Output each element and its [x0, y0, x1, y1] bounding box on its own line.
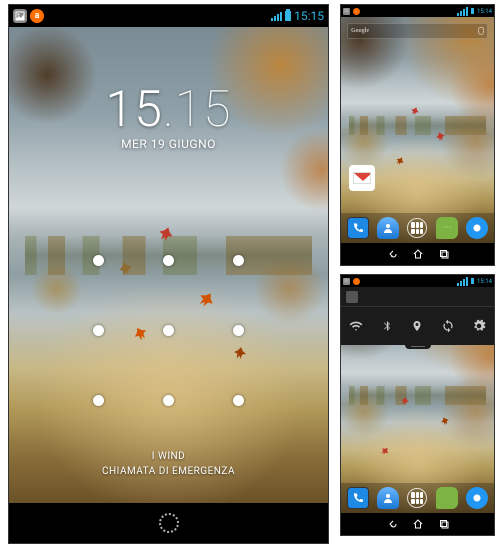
phone-quicksettings: ▣ 15:14	[340, 274, 495, 536]
home-screen[interactable]: Google	[341, 17, 494, 243]
wifi-toggle[interactable]	[347, 317, 365, 335]
home-screen-with-panel[interactable]	[341, 287, 494, 513]
panel-drag-handle[interactable]	[405, 345, 431, 349]
gallery-notification-icon	[13, 9, 27, 23]
settings-toggle[interactable]	[470, 317, 488, 335]
status-clock: 15:15	[294, 9, 324, 23]
phone-app-icon[interactable]	[347, 487, 369, 509]
dock	[341, 483, 494, 513]
phone-homescreen: ▣ 15:14 Google	[340, 4, 495, 266]
gmail-icon	[353, 172, 371, 184]
battery-icon	[471, 9, 474, 14]
status-bar: ▣ 15:14	[341, 5, 494, 17]
nav-home-button[interactable]	[405, 243, 431, 265]
pattern-dot[interactable]	[134, 365, 204, 435]
pattern-dot[interactable]	[64, 365, 134, 435]
signal-icon	[457, 277, 468, 286]
autumn-wallpaper	[341, 17, 494, 243]
gallery-notification-icon: ▣	[343, 278, 350, 285]
clock-minutes: 15	[175, 81, 232, 139]
user-avatar-icon[interactable]	[346, 291, 358, 303]
pattern-unlock[interactable]	[64, 225, 274, 435]
pattern-dot[interactable]	[64, 295, 134, 365]
pattern-dot[interactable]	[64, 225, 134, 295]
status-clock: 15:14	[477, 278, 492, 285]
status-notifications: ▣	[343, 278, 360, 285]
status-notifications: a	[13, 9, 44, 23]
google-logo: Google	[351, 28, 369, 34]
battery-icon	[285, 11, 291, 21]
pattern-dot[interactable]	[204, 225, 274, 295]
nav-recent-button[interactable]	[431, 243, 457, 265]
pattern-dot[interactable]	[204, 295, 274, 365]
nav-back-button[interactable]	[379, 513, 405, 535]
app-drawer-icon[interactable]	[406, 217, 428, 239]
signal-icon	[457, 7, 468, 16]
dock	[341, 213, 494, 243]
contacts-app-icon[interactable]	[377, 217, 399, 239]
carrier-name: I WIND	[9, 449, 328, 464]
qs-header[interactable]	[341, 287, 494, 307]
status-system: 15:14	[457, 277, 492, 286]
carrier-info: I WIND CHIAMATA DI EMERGENZA	[9, 449, 328, 479]
updates-notification-icon: a	[30, 9, 44, 23]
app-drawer-icon[interactable]	[406, 487, 428, 509]
status-notifications: ▣	[343, 8, 360, 15]
status-clock: 15:14	[477, 8, 492, 15]
clock-date: MER 19 GIUGNO	[9, 137, 328, 151]
nav-home-button[interactable]	[405, 513, 431, 535]
updates-notification-icon	[353, 278, 360, 285]
google-search-widget[interactable]: Google	[347, 23, 488, 39]
status-bar: ▣ 15:14	[341, 275, 494, 287]
status-system: 15:15	[271, 9, 324, 23]
gmail-app-icon[interactable]	[349, 165, 375, 191]
location-toggle[interactable]	[408, 317, 426, 335]
lock-clock[interactable]: 15.15 MER 19 GIUGNO	[9, 85, 328, 151]
pattern-dot[interactable]	[204, 365, 274, 435]
status-bar: a 15:15	[9, 5, 328, 27]
signal-icon	[271, 12, 282, 21]
lock-screen[interactable]: 15.15 MER 19 GIUGNO I WIND CHIAMATA DI E…	[9, 27, 328, 503]
updates-notification-icon	[353, 8, 360, 15]
browser-app-icon[interactable]	[466, 487, 488, 509]
emergency-call[interactable]: CHIAMATA DI EMERGENZA	[9, 464, 328, 479]
browser-app-icon[interactable]	[466, 217, 488, 239]
navigation-bar	[9, 503, 328, 543]
phone-lockscreen: a 15:15 15.15 MER 19 GIUGNO	[8, 4, 329, 544]
qs-toggle-row	[341, 307, 494, 345]
contacts-app-icon[interactable]	[377, 487, 399, 509]
pattern-dot[interactable]	[134, 225, 204, 295]
pattern-dot[interactable]	[134, 295, 204, 365]
messaging-app-icon[interactable]	[436, 487, 458, 509]
nav-back-button[interactable]	[379, 243, 405, 265]
battery-icon	[471, 279, 474, 284]
unlock-hint-icon[interactable]	[144, 503, 194, 543]
gallery-notification-icon: ▣	[343, 8, 350, 15]
status-system: 15:14	[457, 7, 492, 16]
sync-toggle[interactable]	[439, 317, 457, 335]
bluetooth-toggle[interactable]	[378, 317, 396, 335]
nav-recent-button[interactable]	[431, 513, 457, 535]
quick-settings-panel[interactable]	[341, 287, 494, 345]
phone-app-icon[interactable]	[347, 217, 369, 239]
clock-separator: .	[163, 81, 175, 139]
navigation-bar	[341, 243, 494, 265]
messaging-app-icon[interactable]	[436, 217, 458, 239]
mic-icon[interactable]	[478, 27, 484, 35]
clock-hours: 15	[106, 81, 163, 139]
navigation-bar	[341, 513, 494, 535]
